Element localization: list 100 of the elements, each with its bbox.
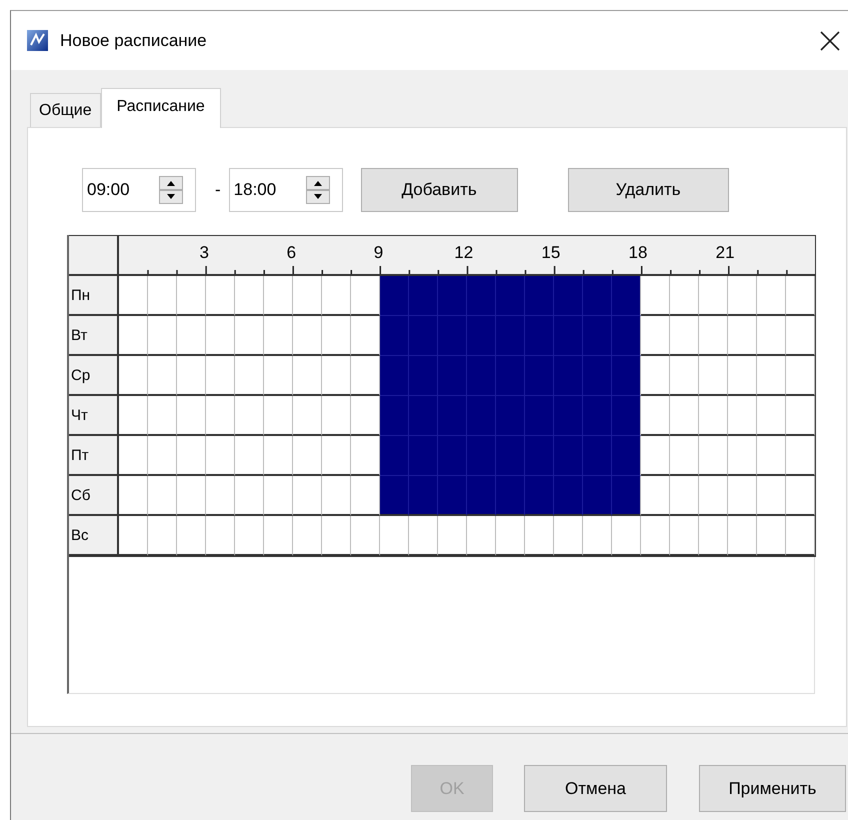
hour-cell[interactable] xyxy=(119,356,148,396)
selected-hour-cell[interactable] xyxy=(583,276,612,316)
hour-cell[interactable] xyxy=(119,436,148,476)
hour-cell[interactable] xyxy=(670,396,699,436)
selected-hour-cell[interactable] xyxy=(409,476,438,516)
hour-cell[interactable] xyxy=(148,436,177,476)
selected-hour-cell[interactable] xyxy=(467,356,496,396)
hour-cell[interactable] xyxy=(235,356,264,396)
selected-hour-cell[interactable] xyxy=(438,316,467,356)
hour-cell[interactable] xyxy=(670,276,699,316)
hour-cell[interactable] xyxy=(235,476,264,516)
delete-button[interactable]: Удалить xyxy=(568,168,729,212)
hour-cell[interactable] xyxy=(757,436,786,476)
hour-cell[interactable] xyxy=(206,436,235,476)
hour-cell[interactable] xyxy=(699,436,728,476)
add-button[interactable]: Добавить xyxy=(360,168,518,212)
hour-cell[interactable] xyxy=(177,396,206,436)
hour-cell[interactable] xyxy=(293,396,322,436)
spin-arrows-icon[interactable] xyxy=(306,176,330,204)
hour-cell[interactable] xyxy=(177,276,206,316)
hour-cell[interactable] xyxy=(786,436,815,476)
selected-hour-cell[interactable] xyxy=(496,276,525,316)
selected-hour-cell[interactable] xyxy=(612,476,641,516)
selected-hour-cell[interactable] xyxy=(496,476,525,516)
selected-hour-cell[interactable] xyxy=(583,436,612,476)
apply-button[interactable]: Применить xyxy=(699,765,846,812)
hour-cell[interactable] xyxy=(119,516,148,556)
hour-cell[interactable] xyxy=(670,436,699,476)
selected-hour-cell[interactable] xyxy=(380,476,409,516)
hour-cell[interactable] xyxy=(322,316,351,356)
selected-hour-cell[interactable] xyxy=(612,356,641,396)
hour-cell[interactable] xyxy=(351,396,380,436)
hour-cell[interactable] xyxy=(206,276,235,316)
hour-cell[interactable] xyxy=(380,516,409,556)
selected-hour-cell[interactable] xyxy=(496,316,525,356)
tab[interactable]: Общие xyxy=(30,93,101,127)
selected-hour-cell[interactable] xyxy=(496,356,525,396)
hour-cell[interactable] xyxy=(264,516,293,556)
selected-hour-cell[interactable] xyxy=(380,396,409,436)
hour-cell[interactable] xyxy=(467,516,496,556)
hour-cell[interactable] xyxy=(641,436,670,476)
hour-cell[interactable] xyxy=(351,436,380,476)
selected-hour-cell[interactable] xyxy=(583,356,612,396)
selected-hour-cell[interactable] xyxy=(554,436,583,476)
hour-cell[interactable] xyxy=(670,516,699,556)
time-field[interactable]: 18:00 xyxy=(228,168,343,212)
selected-hour-cell[interactable] xyxy=(496,436,525,476)
hour-cell[interactable] xyxy=(322,436,351,476)
selected-hour-cell[interactable] xyxy=(409,316,438,356)
selected-hour-cell[interactable] xyxy=(409,396,438,436)
hour-cell[interactable] xyxy=(351,316,380,356)
selected-hour-cell[interactable] xyxy=(380,316,409,356)
spin-arrows-icon[interactable] xyxy=(159,176,183,204)
selected-hour-cell[interactable] xyxy=(438,356,467,396)
hour-cell[interactable] xyxy=(583,516,612,556)
selected-hour-cell[interactable] xyxy=(525,436,554,476)
hour-cell[interactable] xyxy=(235,516,264,556)
selected-hour-cell[interactable] xyxy=(525,276,554,316)
hour-cell[interactable] xyxy=(554,516,583,556)
hour-cell[interactable] xyxy=(641,516,670,556)
selected-hour-cell[interactable] xyxy=(612,276,641,316)
hour-cell[interactable] xyxy=(728,276,757,316)
selected-hour-cell[interactable] xyxy=(583,476,612,516)
hour-cell[interactable] xyxy=(670,356,699,396)
hour-cell[interactable] xyxy=(322,516,351,556)
hour-cell[interactable] xyxy=(699,356,728,396)
hour-cell[interactable] xyxy=(264,436,293,476)
hour-cell[interactable] xyxy=(148,356,177,396)
hour-cell[interactable] xyxy=(293,476,322,516)
hour-cell[interactable] xyxy=(728,516,757,556)
selected-hour-cell[interactable] xyxy=(554,356,583,396)
hour-cell[interactable] xyxy=(670,316,699,356)
hour-cell[interactable] xyxy=(148,476,177,516)
hour-cell[interactable] xyxy=(293,316,322,356)
hour-cell[interactable] xyxy=(786,476,815,516)
hour-cell[interactable] xyxy=(757,396,786,436)
hour-cell[interactable] xyxy=(264,476,293,516)
selected-hour-cell[interactable] xyxy=(496,396,525,436)
hour-cell[interactable] xyxy=(235,316,264,356)
selected-hour-cell[interactable] xyxy=(525,316,554,356)
selected-hour-cell[interactable] xyxy=(438,436,467,476)
hour-cell[interactable] xyxy=(322,356,351,396)
time-field[interactable]: 09:00 xyxy=(82,168,196,212)
selected-hour-cell[interactable] xyxy=(409,356,438,396)
tab[interactable]: Расписание xyxy=(100,88,221,128)
selected-hour-cell[interactable] xyxy=(467,396,496,436)
hour-cell[interactable] xyxy=(670,476,699,516)
hour-cell[interactable] xyxy=(438,516,467,556)
hour-cell[interactable] xyxy=(757,276,786,316)
hour-cell[interactable] xyxy=(206,316,235,356)
selected-hour-cell[interactable] xyxy=(438,476,467,516)
hour-cell[interactable] xyxy=(728,436,757,476)
hour-cell[interactable] xyxy=(264,396,293,436)
selected-hour-cell[interactable] xyxy=(380,436,409,476)
hour-cell[interactable] xyxy=(699,476,728,516)
hour-cell[interactable] xyxy=(757,476,786,516)
hour-cell[interactable] xyxy=(409,516,438,556)
hour-cell[interactable] xyxy=(728,356,757,396)
hour-cell[interactable] xyxy=(148,276,177,316)
hour-cell[interactable] xyxy=(496,516,525,556)
